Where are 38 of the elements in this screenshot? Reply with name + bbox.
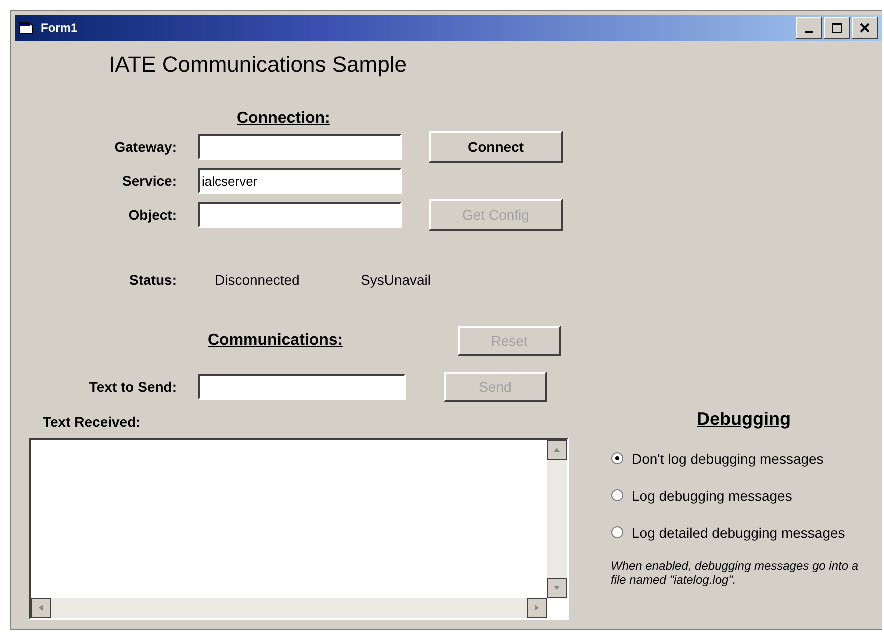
radio-option[interactable]: Don't log debugging messages: [611, 440, 882, 477]
radio-icon[interactable]: [611, 526, 624, 539]
input-field[interactable]: ialcserver: [198, 168, 402, 194]
close-icon: [859, 22, 871, 34]
section-heading: Connection:: [237, 110, 332, 128]
horizontal-scrollbar[interactable]: [31, 598, 547, 618]
note-text: When enabled, debugging messages go into a file named "iatelog.log".: [611, 559, 860, 588]
scroll-down-icon[interactable]: [547, 578, 567, 598]
form-button[interactable]: Connect: [429, 131, 563, 163]
maximize-icon: [831, 22, 843, 34]
vertical-scrollbar[interactable]: [547, 440, 567, 598]
window-title: Form1: [41, 21, 79, 35]
scroll-right-icon[interactable]: [527, 598, 547, 618]
radio-icon[interactable]: [611, 489, 624, 502]
minimize-icon: [805, 31, 813, 33]
status-label: Status:: [128, 272, 177, 288]
field-label: Service:: [122, 173, 177, 189]
section-heading: Debugging: [697, 409, 792, 430]
scroll-up-icon[interactable]: [547, 440, 567, 460]
radio-option[interactable]: Log debugging messages: [611, 477, 882, 514]
input-field[interactable]: [198, 202, 402, 228]
section-heading: Communications:: [208, 332, 344, 350]
status-detail: SysUnavail: [361, 272, 432, 288]
field-label: Text to Send:: [88, 379, 177, 395]
input-field[interactable]: [198, 374, 406, 400]
input-field[interactable]: [198, 134, 402, 160]
window-icon: [19, 21, 35, 35]
close-button[interactable]: [852, 17, 878, 39]
field-label: Gateway:: [114, 139, 177, 155]
maximize-button[interactable]: [824, 17, 850, 39]
status-value: Disconnected: [215, 272, 301, 288]
scroll-left-icon[interactable]: [31, 598, 51, 618]
radio-selected-icon[interactable]: [611, 452, 624, 465]
minimize-button[interactable]: [796, 17, 822, 39]
form-heading: IATE Communications Sample: [109, 52, 408, 79]
field-label: Text Received:: [43, 414, 142, 430]
radio-option[interactable]: Log detailed debugging messages: [611, 514, 882, 551]
field-label: Object:: [128, 207, 177, 223]
